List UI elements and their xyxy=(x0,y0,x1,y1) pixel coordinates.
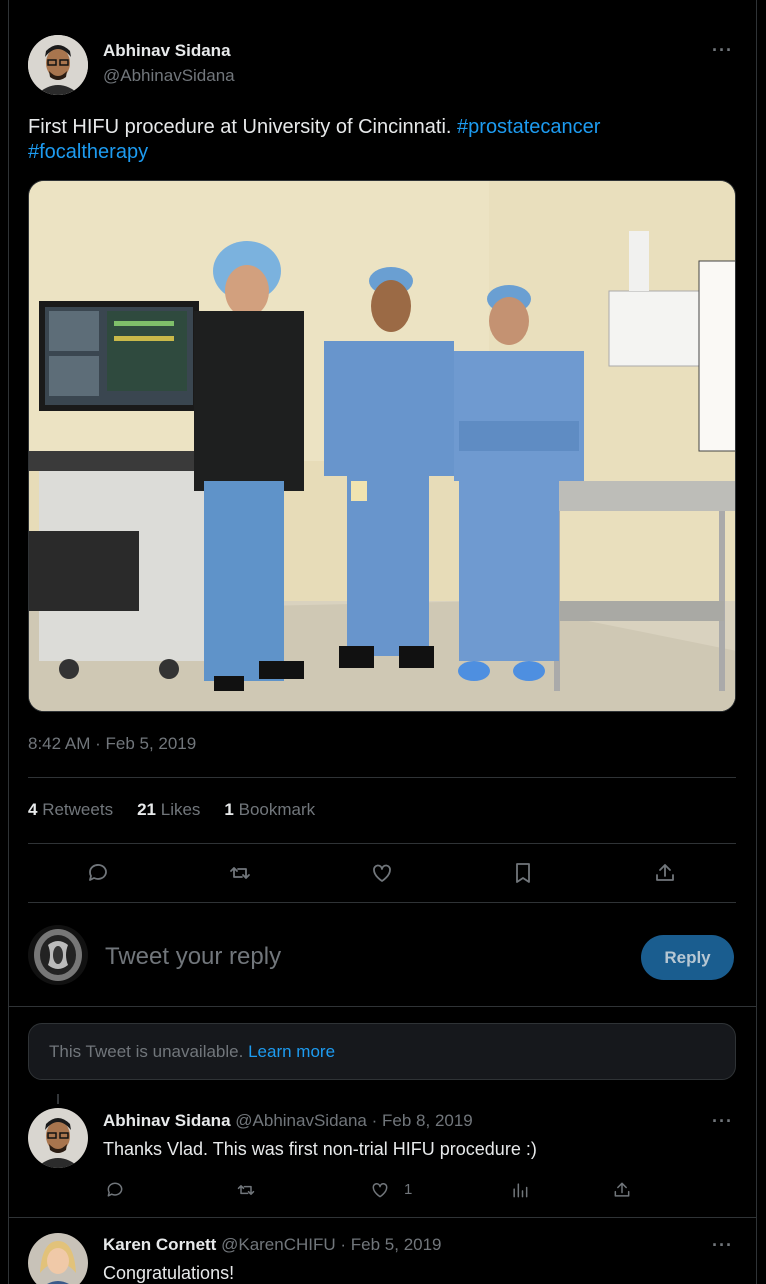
divider xyxy=(8,1006,757,1007)
likes-count: 21 xyxy=(137,800,156,819)
retweet-icon[interactable] xyxy=(232,1176,260,1204)
likes-label: Likes xyxy=(160,800,201,819)
reply-text: Thanks Vlad. This was first non-trial HI… xyxy=(103,1139,537,1159)
operating-room-photo xyxy=(29,181,735,711)
reply-input[interactable]: Tweet your reply xyxy=(105,943,281,971)
current-user-avatar[interactable] xyxy=(28,925,88,985)
bookmark-icon[interactable] xyxy=(509,859,537,887)
tweet-body: First HIFU procedure at University of Ci… xyxy=(28,116,452,138)
bookmarks-stat[interactable]: 1 Bookmark xyxy=(224,800,315,820)
retweets-stat[interactable]: 4 Retweets xyxy=(28,800,113,820)
divider xyxy=(8,1217,757,1218)
author-handle[interactable]: @AbhinavSidana xyxy=(103,66,235,86)
reply-header: Karen Cornett @KarenCHIFU · Feb 5, 2019 xyxy=(103,1235,442,1255)
thread-connector xyxy=(57,1094,59,1104)
like-count: 1 xyxy=(404,1181,413,1198)
divider xyxy=(28,902,736,903)
reply-date[interactable]: · Feb 5, 2019 xyxy=(340,1235,441,1254)
author-avatar[interactable] xyxy=(28,35,88,95)
reply-icon[interactable] xyxy=(101,1176,129,1204)
author-name[interactable]: Abhinav Sidana xyxy=(103,41,231,61)
more-options-icon[interactable]: ··· xyxy=(712,1111,733,1132)
like-icon[interactable] xyxy=(366,1176,394,1204)
reply-date[interactable]: · Feb 8, 2019 xyxy=(372,1111,473,1130)
reply-author-avatar[interactable] xyxy=(28,1233,88,1284)
bookmarks-label: Bookmark xyxy=(238,800,316,819)
like-icon[interactable] xyxy=(368,859,396,887)
divider xyxy=(28,777,736,778)
reply-header: Abhinav Sidana @AbhinavSidana · Feb 8, 2… xyxy=(103,1111,473,1131)
reply-author-avatar[interactable] xyxy=(28,1108,88,1168)
tweet-text: First HIFU procedure at University of Ci… xyxy=(28,115,728,165)
more-options-icon[interactable]: ··· xyxy=(712,40,733,61)
reply-author-handle[interactable]: @KarenCHIFU xyxy=(221,1235,336,1254)
retweets-label: Retweets xyxy=(42,800,114,819)
share-icon[interactable] xyxy=(651,859,679,887)
reply-text: Congratulations! xyxy=(103,1263,235,1283)
hashtag-link[interactable]: #prostatecancer xyxy=(457,116,600,138)
reply-author-name[interactable]: Abhinav Sidana xyxy=(103,1111,231,1130)
reply-icon[interactable] xyxy=(84,859,112,887)
divider xyxy=(28,843,736,844)
analytics-icon[interactable] xyxy=(506,1176,534,1204)
reply-author-name[interactable]: Karen Cornett xyxy=(103,1235,216,1254)
tweet-photo[interactable] xyxy=(28,180,736,712)
retweet-icon[interactable] xyxy=(226,859,254,887)
reply-author-handle[interactable]: @AbhinavSidana xyxy=(235,1111,367,1130)
hashtag-link[interactable]: #focaltherapy xyxy=(28,141,148,163)
unavailable-tweet-notice: This Tweet is unavailable. Learn more xyxy=(28,1023,736,1080)
more-options-icon[interactable]: ··· xyxy=(712,1235,733,1256)
learn-more-link[interactable]: Learn more xyxy=(248,1042,335,1062)
reply-button[interactable]: Reply xyxy=(641,935,734,980)
bookmarks-count: 1 xyxy=(224,800,234,819)
share-icon[interactable] xyxy=(608,1176,636,1204)
tweet-stats: 4 Retweets 21 Likes 1 Bookmark xyxy=(28,800,315,820)
tweet-timestamp[interactable]: 8:42 AM · Feb 5, 2019 xyxy=(28,734,196,754)
retweets-count: 4 xyxy=(28,800,38,819)
unavailable-text: This Tweet is unavailable. xyxy=(49,1041,244,1061)
likes-stat[interactable]: 21 Likes xyxy=(137,800,200,820)
